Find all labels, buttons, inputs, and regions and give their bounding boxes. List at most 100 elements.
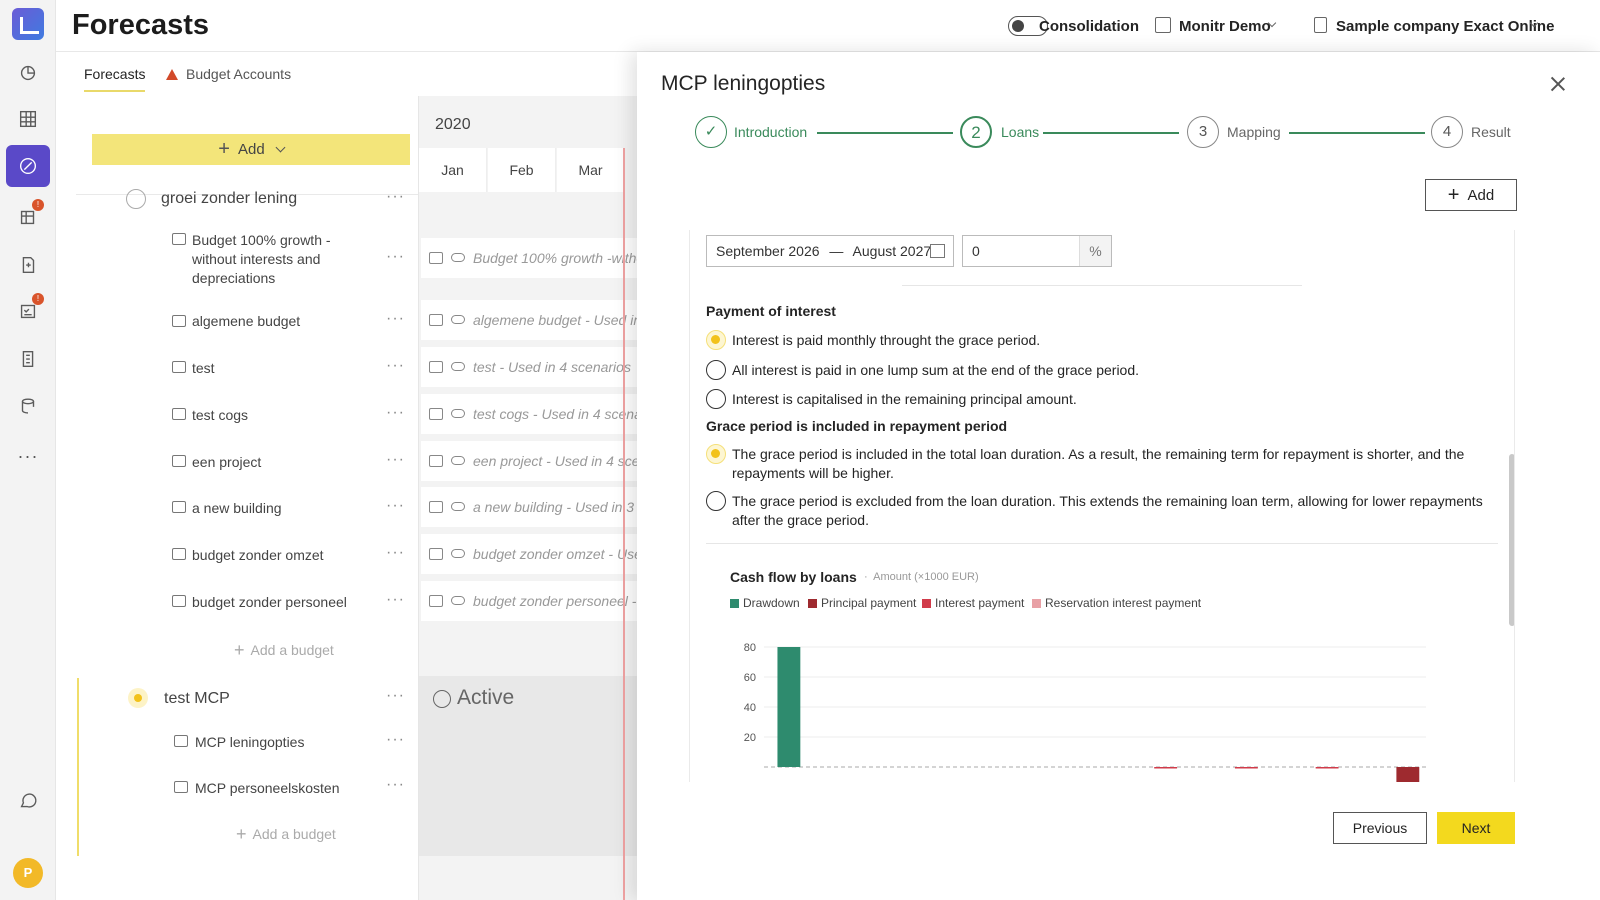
timeline-row[interactable]: Budget 100% growth -witho: [421, 238, 641, 278]
dashboard-nav-icon[interactable]: [6, 52, 50, 94]
page-header: Forecasts Consolidation Monitr Demo Samp…: [56, 0, 1600, 52]
database-nav-icon[interactable]: [6, 385, 50, 427]
payment-option-label[interactable]: Interest is paid monthly throught the gr…: [732, 331, 1502, 350]
payment-option-radio[interactable]: [706, 330, 726, 350]
close-icon[interactable]: [1550, 76, 1566, 92]
previous-button[interactable]: Previous: [1333, 812, 1427, 844]
timeline-row[interactable]: een project - Used in 4 scer: [421, 441, 641, 481]
grace-option-label[interactable]: The grace period is included in the tota…: [732, 445, 1502, 483]
cash-flow-chart: 80 60 40 20: [744, 642, 1426, 782]
step-label[interactable]: Result: [1471, 124, 1511, 140]
step-number[interactable]: 2: [960, 116, 992, 148]
timeline-row[interactable]: a new building - Used in 3 s: [421, 487, 641, 527]
payment-option-label[interactable]: All interest is paid in one lump sum at …: [732, 361, 1502, 380]
tab-forecasts[interactable]: Forecasts: [84, 66, 146, 92]
step-introduction-check-icon[interactable]: ✓: [695, 116, 727, 148]
budget-item[interactable]: algemene budget: [192, 312, 352, 331]
grace-option-radio[interactable]: [706, 444, 726, 464]
more-options-icon[interactable]: ···: [386, 687, 405, 705]
chart-bar[interactable]: [777, 647, 801, 767]
grace-option-label[interactable]: The grace period is excluded from the lo…: [732, 492, 1502, 530]
company-selector[interactable]: Sample company Exact Online: [1336, 18, 1554, 35]
step-number[interactable]: 3: [1187, 116, 1219, 148]
payment-option-label[interactable]: Interest is capitalised in the remaining…: [732, 390, 1502, 409]
add-budget-button[interactable]: + Add a budget: [236, 824, 336, 845]
timeline-row-label: a new building - Used in 3 s: [473, 499, 641, 515]
payment-option-radio[interactable]: [706, 360, 726, 380]
reports-nav-icon[interactable]: [6, 338, 50, 380]
more-options-icon[interactable]: ···: [386, 310, 405, 328]
chart-bar[interactable]: [1234, 767, 1258, 769]
more-options-icon[interactable]: ···: [386, 497, 405, 515]
budget-item[interactable]: test: [192, 359, 352, 378]
add-budget-label: Add a budget: [252, 826, 336, 842]
legend-item[interactable]: Interest payment: [922, 596, 1024, 610]
legend-item[interactable]: Reservation interest payment: [1032, 596, 1201, 610]
legend-item[interactable]: Drawdown: [730, 596, 800, 610]
calendar-icon[interactable]: [930, 244, 945, 258]
more-options-icon[interactable]: ···: [386, 591, 405, 609]
percent-input[interactable]: 0 %: [962, 235, 1112, 267]
add-forecast-button[interactable]: + Add: [92, 134, 410, 165]
month-header: Feb: [488, 148, 556, 192]
step-number[interactable]: 4: [1431, 116, 1463, 148]
tasks-nav-icon[interactable]: !: [6, 290, 50, 332]
chat-sparkle-icon[interactable]: [6, 780, 50, 822]
timeline-row[interactable]: budget zonder personeel -: [421, 581, 641, 621]
more-options-icon[interactable]: ···: [386, 248, 405, 266]
scenario-name[interactable]: groei zonder lening: [161, 190, 297, 208]
building-icon: [1155, 17, 1171, 33]
more-options-icon[interactable]: ···: [386, 188, 405, 206]
avatar[interactable]: P: [13, 858, 43, 888]
forecasts-nav-icon[interactable]: [6, 145, 50, 187]
budget-item[interactable]: MCP personeelskosten: [195, 779, 355, 798]
timeline-row[interactable]: budget zonder omzet - Use: [421, 534, 641, 574]
legend-swatch: [730, 599, 739, 608]
budget-sheet-nav-icon[interactable]: !: [6, 196, 50, 238]
payment-option-radio[interactable]: [706, 389, 726, 409]
budget-item[interactable]: budget zonder personeel: [192, 593, 352, 612]
add-budget-button[interactable]: + Add a budget: [234, 640, 334, 661]
timeline-row[interactable]: test - Used in 4 scenarios: [421, 347, 641, 387]
plus-icon: +: [1447, 183, 1460, 206]
scenario-name[interactable]: test MCP: [164, 690, 230, 708]
cogs-icon: [172, 408, 186, 420]
app-rail: ! ! ··· P: [0, 0, 56, 900]
form-scrollbar[interactable]: [1509, 454, 1514, 626]
more-options-icon[interactable]: ···: [386, 404, 405, 422]
more-options-icon[interactable]: ···: [386, 776, 405, 794]
document-add-nav-icon[interactable]: [6, 244, 50, 286]
tab-budget-accounts[interactable]: Budget Accounts: [166, 66, 291, 90]
chart-bar[interactable]: [1154, 767, 1178, 769]
step-label[interactable]: Mapping: [1227, 124, 1281, 140]
more-options-icon[interactable]: ···: [386, 544, 405, 562]
budget-item[interactable]: Budget 100% growth - without interests a…: [192, 231, 352, 288]
step-connector: [1289, 132, 1425, 134]
budget-item[interactable]: a new building: [192, 499, 352, 518]
budget-item[interactable]: test cogs: [192, 406, 352, 425]
step-label[interactable]: Loans: [1001, 124, 1039, 140]
legend-item[interactable]: Principal payment: [808, 596, 916, 610]
budget-item[interactable]: budget zonder omzet: [192, 546, 352, 565]
more-options-icon[interactable]: ···: [386, 451, 405, 469]
scenario-radio[interactable]: [126, 189, 146, 209]
chart-bar[interactable]: [1396, 767, 1420, 782]
add-loan-button[interactable]: + Add: [1425, 179, 1517, 211]
budget-item[interactable]: een project: [192, 453, 352, 472]
warning-badge-icon: !: [32, 199, 44, 211]
workspace-selector[interactable]: Monitr Demo: [1179, 18, 1271, 35]
more-options-icon[interactable]: ···: [386, 357, 405, 375]
more-icon[interactable]: ···: [6, 446, 50, 467]
budget-item[interactable]: MCP leningopties: [195, 733, 355, 752]
timeline-row[interactable]: test cogs - Used in 4 scenar: [421, 394, 641, 434]
chart-bar[interactable]: [1315, 767, 1339, 769]
timeline-row[interactable]: algemene budget - Used in: [421, 300, 641, 340]
grace-option-radio[interactable]: [706, 491, 726, 511]
grid-nav-icon[interactable]: [6, 98, 50, 140]
next-button[interactable]: Next: [1437, 812, 1515, 844]
y-tick-label: 20: [744, 732, 756, 744]
more-options-icon[interactable]: ···: [386, 731, 405, 749]
step-label[interactable]: Introduction: [734, 124, 807, 140]
date-range-picker[interactable]: September 2026 — August 2027: [706, 235, 954, 267]
app-logo-icon[interactable]: [12, 8, 44, 40]
